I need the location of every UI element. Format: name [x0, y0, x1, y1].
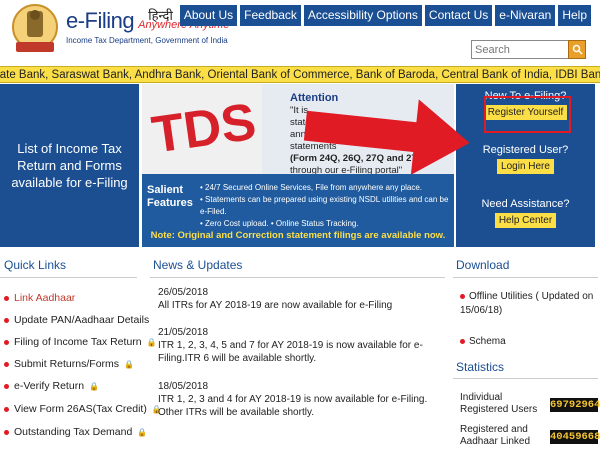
download-offline-utilities[interactable]: Offline Utilities ( Updated on 15/06/18) [460, 290, 596, 318]
news-date: 26/05/2018 [158, 287, 209, 298]
news-text: ITR 1, 2, 3 and 4 for AY 2018-19 is now … [158, 394, 428, 418]
quick-link-submit-returns[interactable]: Submit Returns/Forms 🔒 [4, 358, 134, 370]
quick-link-update-pan[interactable]: Update PAN/Aadhaar Details [4, 314, 149, 326]
news-item[interactable]: 18/05/2018 ITR 1, 2, 3 and 4 for AY 2018-… [158, 380, 448, 419]
registered-users-label: Individual Registered Users [460, 392, 538, 415]
itr-forms-text: List of Income Tax Return and Forms avai… [11, 141, 128, 190]
download-title: Download [456, 258, 510, 272]
registered-users-counter: 69792964 [550, 398, 600, 412]
help-center-button[interactable]: Help Center [494, 213, 557, 228]
quick-link-outstanding-demand[interactable]: Outstanding Tax Demand 🔒 [4, 426, 147, 438]
news-date: 21/05/2018 [158, 327, 209, 338]
quick-link-e-verify[interactable]: e-Verify Return 🔒 [4, 380, 99, 392]
aadhaar-linked-counter: 40459668 [550, 430, 600, 444]
ticker-text: cate Bank, Saraswat Bank, Andhra Bank, O… [0, 69, 600, 81]
news-date: 18/05/2018 [158, 381, 209, 392]
bank-ticker: cate Bank, Saraswat Bank, Andhra Bank, O… [0, 66, 600, 83]
bullet-icon [460, 338, 465, 344]
registered-user-block: Registered User? Login Here [456, 144, 595, 174]
tds-logo-image: TDS [142, 84, 262, 174]
national-emblem-icon [12, 4, 58, 52]
nav-help[interactable]: Help [558, 5, 591, 26]
news-title: News & Updates [153, 258, 243, 272]
bullet-icon [4, 361, 9, 367]
bullet-icon [4, 406, 9, 412]
lock-icon: 🔒 [146, 337, 157, 347]
bullet-icon [4, 429, 9, 435]
lock-icon: 🔒 [124, 359, 134, 369]
quick-link-link-aadhaar[interactable]: Link Aadhaar [4, 292, 75, 304]
quick-links-title: Quick Links [4, 258, 67, 272]
brand-title: e-Filing [66, 8, 135, 33]
news-divider [150, 277, 445, 278]
nav-accessibility-options[interactable]: Accessibility Options [303, 5, 422, 26]
quick-link-form-26as[interactable]: View Form 26AS(Tax Credit) 🔒 [4, 403, 162, 415]
login-button[interactable]: Login Here [497, 159, 554, 174]
lock-icon: 🔒 [89, 381, 99, 391]
itr-forms-panel[interactable]: List of Income Tax Return and Forms avai… [0, 84, 139, 247]
bullet-icon [4, 295, 9, 301]
download-divider [453, 277, 598, 278]
statistics-divider [453, 378, 598, 379]
bullet-icon [460, 293, 465, 299]
lock-icon: 🔒 [137, 427, 148, 437]
register-highlight-box [484, 96, 571, 133]
red-arrow-annotation [303, 99, 470, 175]
nav-contact-us[interactable]: Contact Us [424, 5, 493, 26]
brand-subtitle: Income Tax Department, Government of Ind… [66, 36, 228, 45]
nav-about-us[interactable]: About Us [179, 5, 238, 26]
nav-hindi-link[interactable]: हिन्दी [144, 5, 177, 26]
download-schema[interactable]: Schema [460, 335, 506, 349]
news-text: ITR 1, 2, 3, 4, 5 and 7 for AY 2018-19 i… [158, 340, 423, 364]
site-header: e-FilingAnywhere Anytime Income Tax Depa… [0, 0, 600, 64]
aadhaar-linked-label: Registered and Aadhaar Linked [460, 424, 531, 447]
quick-link-filing-itr[interactable]: Filing of Income Tax Return 🔒 [4, 336, 157, 348]
bullet-icon [4, 383, 9, 389]
assistance-block: Need Assistance? Help Center [456, 198, 595, 228]
news-item[interactable]: 21/05/2018 ITR 1, 2, 3, 4, 5 and 7 for AY… [158, 326, 448, 365]
news-item[interactable]: 26/05/2018 All ITRs for AY 2018-19 are no… [158, 286, 448, 312]
search-icon [572, 44, 583, 55]
nav-e-nivaran[interactable]: e-Nivaran [495, 5, 556, 26]
assistance-label: Need Assistance? [481, 198, 570, 210]
registered-user-label: Registered User? [482, 144, 569, 156]
statistics-title: Statistics [456, 360, 505, 374]
bullet-icon [4, 317, 9, 323]
nav-feedback[interactable]: Feedback [240, 5, 301, 26]
quick-links-divider [0, 277, 137, 278]
search-button[interactable] [568, 40, 586, 59]
bullet-icon [4, 339, 9, 345]
top-nav: हिन्दी About Us Feedback Accessibility O… [144, 5, 591, 26]
news-text: All ITRs for AY 2018-19 are now availabl… [158, 300, 393, 311]
salient-features-title: Salient Features [147, 184, 193, 209]
